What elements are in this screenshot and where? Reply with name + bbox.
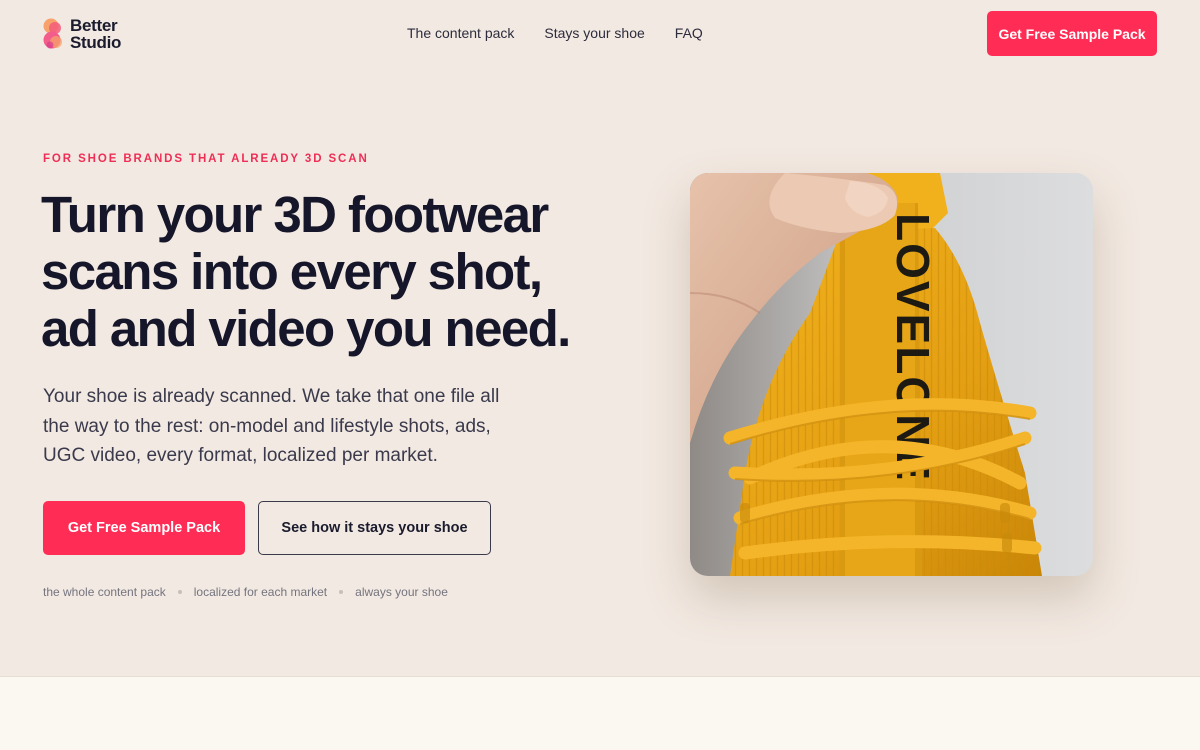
brand-name-line2: Studio	[70, 33, 122, 52]
feature-list: the whole content pack localized for eac…	[43, 585, 448, 599]
hero-shoe-image: LOVELONE	[690, 173, 1093, 576]
brand-name: Better Studio	[70, 17, 121, 51]
hero-description-line: Your shoe is already scanned. We take th…	[43, 386, 500, 407]
nav-link-content-pack[interactable]: The content pack	[407, 25, 514, 41]
feature-item: localized for each market	[193, 585, 328, 599]
see-how-button[interactable]: See how it stays your shoe	[258, 501, 491, 555]
hero-description-line: the way to the rest: on-model and lifest…	[43, 415, 491, 437]
site-header: Better Studio The content pack Stays you…	[0, 0, 1200, 68]
hero-eyebrow: FOR SHOE BRANDS THAT ALREADY 3D SCAN	[43, 153, 369, 165]
hero-headline-line: scans into every shot,	[41, 243, 543, 300]
hero-headline-line: ad and video you need.	[41, 300, 571, 357]
hero-description: Your shoe is already scanned. We take th…	[43, 382, 533, 471]
bullet-separator	[339, 590, 344, 594]
hero-description-line: UGC video, every format, localized per m…	[43, 445, 438, 466]
nav-link-stays-your-shoe[interactable]: Stays your shoe	[544, 25, 644, 41]
brand-logo[interactable]: Better Studio	[43, 16, 121, 52]
hero-headline: Turn your 3D footwear scans into every s…	[41, 186, 621, 357]
header-sample-pack-button[interactable]: Get Free Sample Pack	[987, 11, 1157, 56]
hero-sample-pack-button[interactable]: Get Free Sample Pack	[43, 501, 245, 555]
logo-icon	[43, 16, 65, 52]
brand-name-line1: Better	[70, 16, 118, 35]
main-nav: The content pack Stays your shoe FAQ	[407, 25, 703, 41]
feature-item: the whole content pack	[43, 585, 166, 599]
feature-item: always your shoe	[355, 585, 448, 599]
bullet-separator	[177, 590, 182, 594]
nav-link-faq[interactable]: FAQ	[675, 25, 703, 41]
next-section	[0, 676, 1200, 750]
hero-headline-line: Turn your 3D footwear	[41, 186, 549, 243]
